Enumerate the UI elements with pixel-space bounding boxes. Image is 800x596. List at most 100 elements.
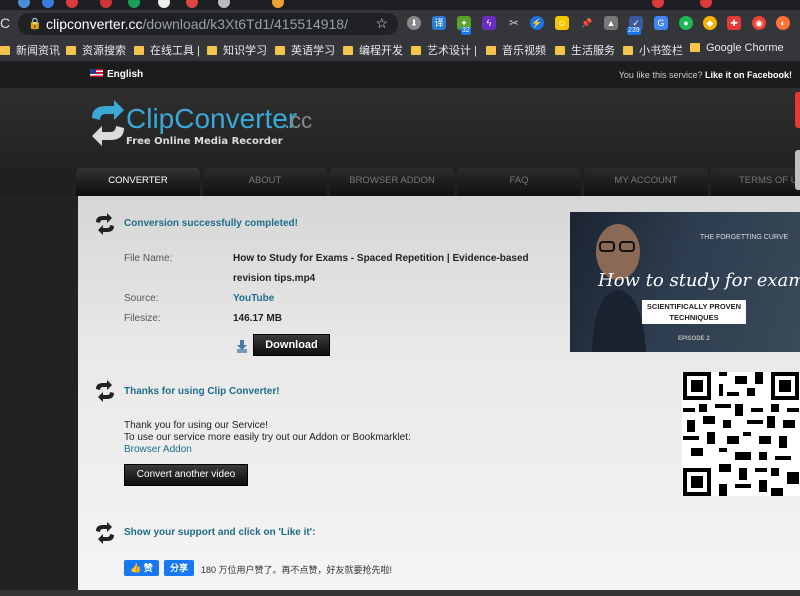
bookmark-folder[interactable]: 编程开发 <box>343 42 403 58</box>
bookmark-folder[interactable]: Google Chorme <box>690 42 784 54</box>
convert-arrows-icon <box>96 522 114 544</box>
extension-icon[interactable]: ● <box>679 16 693 30</box>
bookmark-folder[interactable]: 在线工具 | <box>134 42 200 58</box>
bookmark-folder[interactable]: 资源搜索 <box>66 42 126 58</box>
filesize-value: 146.17 MB <box>233 313 282 324</box>
tab-favicon[interactable] <box>218 0 230 8</box>
lightning-extension-icon[interactable]: ⚡ <box>530 16 544 30</box>
tab-faq[interactable]: FAQ <box>457 168 581 196</box>
bookmark-folder[interactable]: 知识学习 <box>207 42 267 58</box>
bookmark-folder[interactable]: 生活服务 <box>555 42 615 58</box>
tab-favicon[interactable] <box>128 0 140 8</box>
google-translate-icon[interactable]: G <box>654 16 668 30</box>
folder-icon <box>486 46 496 55</box>
extension-icon[interactable]: ◉ <box>752 16 766 30</box>
thumbs-up-icon: 👍 <box>130 563 142 573</box>
side-widget[interactable] <box>795 150 800 190</box>
bookmark-folder[interactable]: 音乐视频 <box>486 42 546 58</box>
url-text[interactable]: clipconverter.cc/download/k3Xt6Td1/41551… <box>46 16 348 32</box>
translate-extension-icon[interactable]: 译 <box>432 16 446 30</box>
like-count-text: 180 万位用户赞了。再不点赞，好友就要抢先啦! <box>201 565 393 575</box>
svg-text:ClipConverter: ClipConverter <box>126 103 297 134</box>
tab-favicon[interactable] <box>100 0 112 8</box>
uk-flag-icon <box>90 69 103 77</box>
thanks-line-2: To use our service more easily try out o… <box>124 432 411 443</box>
folder-icon <box>134 46 144 55</box>
tab-favicon[interactable] <box>652 0 664 8</box>
extension-icon[interactable]: ◆ <box>703 16 717 30</box>
like-on-facebook-link[interactable]: Like it on Facebook! <box>705 70 792 80</box>
tab-favicon[interactable] <box>18 0 30 8</box>
file-name-label: File Name: <box>124 253 173 264</box>
pin-icon[interactable]: 📌 <box>580 16 594 30</box>
thumbnail-episode: EPISODE 2 <box>678 336 710 342</box>
convert-arrows-icon <box>92 100 124 146</box>
tab-favicon[interactable] <box>158 0 170 8</box>
bookmark-folder[interactable]: 艺术设计 | <box>411 42 477 58</box>
browser-toolbar: C 🔒 clipconverter.cc/download/k3Xt6Td1/4… <box>0 10 800 38</box>
folder-icon <box>690 43 700 52</box>
facebook-like-button[interactable]: 👍 赞 <box>124 560 159 576</box>
extension-icon[interactable]: ✚ <box>727 16 741 30</box>
download-arrow-icon <box>237 340 247 353</box>
video-thumbnail[interactable]: THE FORGETTING CURVE How to study for ex… <box>570 212 800 352</box>
url-path: /download/k3Xt6Td1/415514918/ <box>142 16 348 32</box>
convert-arrows-icon <box>96 380 114 402</box>
extension-icon[interactable]: ▲ <box>604 16 618 30</box>
site-topbar: English You like this service? Like it o… <box>0 62 800 88</box>
folder-icon <box>275 46 285 55</box>
language-selector[interactable]: English <box>90 69 143 80</box>
tab-favicon[interactable] <box>66 0 78 8</box>
extension-badge: 32 <box>461 27 471 35</box>
bookmark-folder[interactable]: 新闻资讯 <box>0 42 60 58</box>
tab-terms[interactable]: TERMS OF U <box>711 168 800 196</box>
tab-favicon[interactable] <box>186 0 198 8</box>
extension-icon[interactable]: ◐ <box>776 16 790 30</box>
bookmark-star-icon[interactable]: ☆ <box>375 15 388 32</box>
scissors-icon[interactable]: ✂ <box>507 16 521 30</box>
thumbnail-title: How to study for exams <box>598 270 800 291</box>
tab-browser-addon[interactable]: BROWSER ADDON <box>330 168 454 196</box>
reload-icon[interactable]: C <box>0 15 10 31</box>
svg-text:.cc: .cc <box>284 108 312 133</box>
bookmark-folder[interactable]: 小书签栏 <box>623 42 683 58</box>
folder-icon <box>66 46 76 55</box>
main-nav: CONVERTER ABOUT BROWSER ADDON FAQ MY ACC… <box>0 168 800 196</box>
side-widget[interactable] <box>795 92 800 128</box>
filesize-label: Filesize: <box>124 313 161 324</box>
extension-icon[interactable]: ϟ <box>482 16 496 30</box>
window-bottom-edge <box>0 590 800 596</box>
tab-favicon[interactable] <box>700 0 712 8</box>
bookmarks-bar: 新闻资讯 资源搜索 在线工具 | 知识学习 英语学习 编程开发 艺术设计 | 音… <box>0 38 800 62</box>
source-label: Source: <box>124 293 159 304</box>
download-extension-icon[interactable]: ⬇ <box>407 16 421 30</box>
source-link[interactable]: YouTube <box>233 293 274 304</box>
folder-icon <box>0 46 10 55</box>
facebook-share-button[interactable]: 分享 <box>164 560 195 576</box>
folder-icon <box>343 46 353 55</box>
facebook-like-prompt: You like this service? Like it on Facebo… <box>618 70 792 80</box>
extension-icon[interactable]: ☺ <box>555 16 569 30</box>
tab-about[interactable]: ABOUT <box>203 168 327 196</box>
convert-another-button[interactable]: Convert another video <box>124 464 248 486</box>
browser-tab-strip <box>0 0 800 10</box>
folder-icon <box>411 46 421 55</box>
address-bar[interactable]: 🔒 clipconverter.cc/download/k3Xt6Td1/415… <box>18 13 398 35</box>
file-name-value: How to Study for Exams - Spaced Repetiti… <box>233 253 529 264</box>
qr-code <box>682 372 800 496</box>
folder-icon <box>623 46 633 55</box>
bookmark-folder[interactable]: 英语学习 <box>275 42 335 58</box>
support-title: Show your support and click on 'Like it'… <box>124 527 316 538</box>
browser-addon-link[interactable]: Browser Addon <box>124 444 192 455</box>
file-name-value-cont: revision tips.mp4 <box>233 273 316 284</box>
tab-favicon[interactable] <box>272 0 284 8</box>
download-button[interactable]: Download <box>253 334 330 356</box>
lock-icon[interactable]: 🔒 <box>28 17 42 30</box>
tab-converter[interactable]: CONVERTER <box>76 168 200 196</box>
extension-badge: 239 <box>627 27 641 35</box>
tab-favicon[interactable] <box>42 0 54 8</box>
tab-my-account[interactable]: MY ACCOUNT <box>584 168 708 196</box>
folder-icon <box>207 46 217 55</box>
clipconverter-logo[interactable]: ClipConverter .cc Free Online Media Reco… <box>88 98 328 158</box>
thumbnail-subtitle: SCIENTIFICALLY PROVEN TECHNIQUES <box>642 300 746 324</box>
